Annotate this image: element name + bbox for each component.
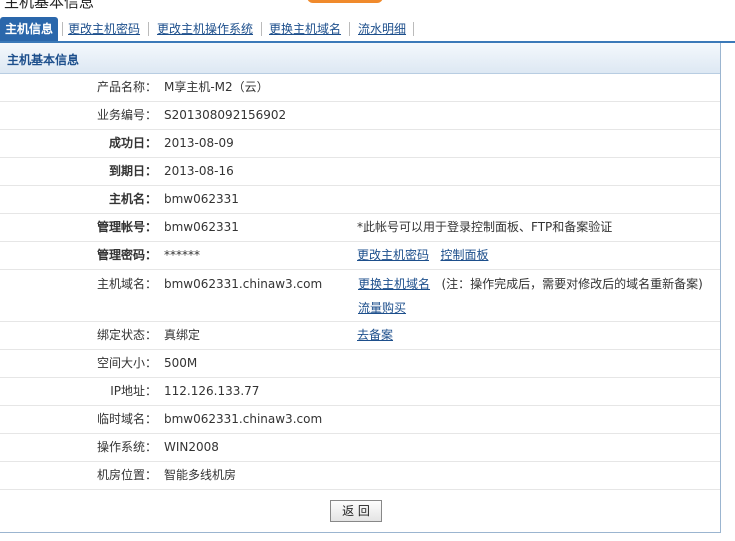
- label-bind-status: 绑定状态：: [96, 328, 157, 342]
- value-bind-status: 真绑定: [164, 328, 201, 342]
- tab-change-password[interactable]: 更改主机密码: [68, 17, 140, 41]
- tab-separator: [62, 22, 63, 36]
- tab-separator: [349, 22, 350, 36]
- domain-links: 更换主机域名 (注：操作完成后，需要对修改后的域名重新备案): [358, 270, 703, 299]
- top-text-left: [152, 0, 292, 2]
- label-host-name: 主机名：: [108, 192, 157, 206]
- value-expire-date: 2013-08-16: [164, 164, 234, 178]
- tab-change-domain[interactable]: 更换主机域名: [269, 17, 341, 41]
- value-success-date: 2013-08-09: [164, 136, 234, 150]
- value-product: M享主机-M2（云）: [164, 80, 269, 94]
- label-ip: IP地址：: [110, 384, 157, 398]
- row-space: 空间大小： 500M: [0, 350, 720, 378]
- value-order: S201308092156902: [164, 108, 287, 122]
- panel-title: 主机基本信息: [7, 53, 80, 67]
- page-title: 主机基本信息: [4, 0, 95, 11]
- label-datacenter: 机房位置：: [96, 468, 157, 482]
- row-order: 业务编号： S201308092156902: [0, 102, 720, 130]
- row-success-date: 成功日： 2013-08-09: [0, 130, 720, 158]
- control-panel-link[interactable]: 控制面板: [440, 248, 488, 262]
- label-temp-domain: 临时域名：: [96, 412, 157, 426]
- row-os: 操作系统： WIN2008: [0, 434, 720, 462]
- value-temp-domain: bmw062331.chinaw3.com: [164, 412, 323, 426]
- row-admin-password: 管理密码： ****** 更改主机密码 控制面板: [0, 242, 720, 270]
- buy-traffic-link[interactable]: 流量购买: [358, 301, 406, 315]
- orange-top-button[interactable]: [307, 0, 383, 3]
- top-text-right: [412, 0, 532, 2]
- button-area: 返 回: [0, 491, 720, 531]
- row-datacenter: 机房位置： 智能多线机房: [0, 462, 720, 490]
- row-ip: IP地址： 112.126.133.77: [0, 378, 720, 406]
- go-record-link[interactable]: 去备案: [357, 328, 393, 342]
- value-datacenter: 智能多线机房: [164, 468, 237, 482]
- label-domain: 主机域名：: [96, 277, 157, 291]
- tab-change-os[interactable]: 更改主机操作系统: [157, 17, 253, 41]
- tab-separator: [148, 22, 149, 36]
- buy-traffic-wrap: 流量购买: [358, 294, 406, 323]
- host-info-panel: 主机基本信息 产品名称： M享主机-M2（云） 业务编号： S201308092…: [0, 43, 721, 533]
- value-ip: 112.126.133.77: [164, 384, 260, 398]
- label-space: 空间大小：: [96, 356, 157, 370]
- row-temp-domain: 临时域名： bmw062331.chinaw3.com: [0, 406, 720, 434]
- label-expire-date: 到期日：: [108, 164, 157, 178]
- row-admin-account: 管理帐号： bmw062331 *此帐号可以用于登录控制面板、FTP和备案验证: [0, 214, 720, 242]
- label-admin-account: 管理帐号：: [96, 220, 157, 234]
- label-os: 操作系统：: [96, 440, 157, 454]
- panel-header: 主机基本信息: [0, 43, 720, 74]
- label-product: 产品名称：: [96, 80, 157, 94]
- tab-separator: [261, 22, 262, 36]
- value-admin-account: bmw062331: [164, 220, 239, 234]
- label-order: 业务编号：: [96, 108, 157, 122]
- tab-host-info[interactable]: 主机信息: [0, 17, 59, 41]
- row-expire-date: 到期日： 2013-08-16: [0, 158, 720, 186]
- back-button[interactable]: 返 回: [330, 500, 382, 522]
- admin-account-note: *此帐号可以用于登录控制面板、FTP和备案验证: [357, 220, 613, 234]
- tab-bar: 主机信息 更改主机密码 更改主机操作系统 更换主机域名 流水明细: [0, 14, 735, 43]
- top-strip: 主机基本信息: [0, 0, 735, 14]
- domain-note: (注：操作完成后，需要对修改后的域名重新备案): [441, 277, 703, 291]
- record-link-wrap: 去备案: [357, 322, 393, 349]
- row-product: 产品名称： M享主机-M2（云）: [0, 74, 720, 102]
- tab-transactions[interactable]: 流水明细: [358, 17, 406, 41]
- value-domain: bmw062331.chinaw3.com: [164, 277, 323, 291]
- change-domain-link[interactable]: 更换主机域名: [358, 277, 430, 291]
- value-os: WIN2008: [164, 440, 219, 454]
- row-bind-status: 绑定状态： 真绑定 去备案: [0, 322, 720, 350]
- value-host-name: bmw062331: [164, 192, 239, 206]
- value-space: 500M: [164, 356, 198, 370]
- label-success-date: 成功日：: [108, 136, 157, 150]
- tab-separator: [413, 22, 414, 36]
- row-domain: 主机域名： bmw062331.chinaw3.com 更换主机域名 (注：操作…: [0, 270, 720, 322]
- change-password-link[interactable]: 更改主机密码: [357, 248, 429, 262]
- label-admin-password: 管理密码：: [96, 248, 157, 262]
- password-links: 更改主机密码 控制面板: [357, 242, 488, 269]
- value-admin-password: ******: [164, 248, 200, 262]
- row-host-name: 主机名： bmw062331: [0, 186, 720, 214]
